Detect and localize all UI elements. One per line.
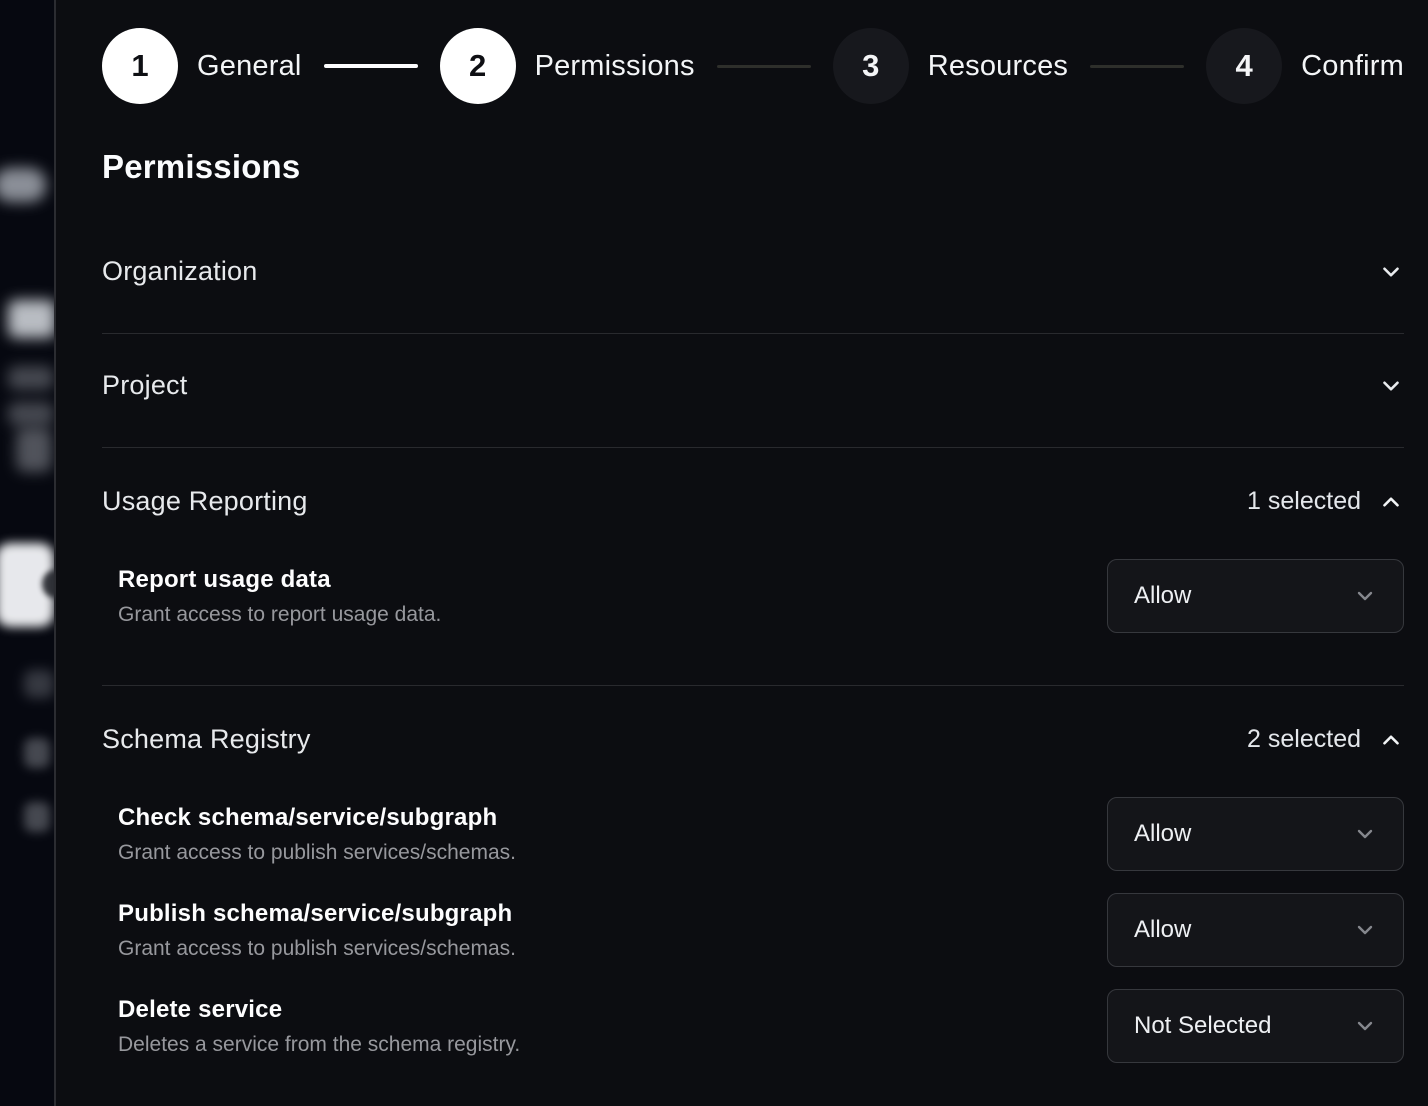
section-header-schema-registry[interactable]: Schema Registry 2 selected bbox=[102, 686, 1404, 755]
section-title: Usage Reporting bbox=[102, 486, 308, 517]
chevron-down-icon bbox=[1353, 918, 1377, 942]
permission-row-check-schema: Check schema/service/subgraph Grant acce… bbox=[118, 797, 1404, 871]
chevron-up-icon bbox=[1378, 727, 1404, 753]
blurred-menu-item bbox=[24, 738, 50, 768]
section-header-project[interactable]: Project bbox=[102, 334, 1404, 448]
chevron-down-icon bbox=[1353, 584, 1377, 608]
step-connector bbox=[1090, 65, 1184, 68]
blurred-text bbox=[8, 402, 54, 426]
step-label: Resources bbox=[928, 50, 1068, 83]
blurred-heading bbox=[8, 300, 54, 338]
select-value: Allow bbox=[1134, 916, 1191, 944]
step-resources[interactable]: 3 Resources bbox=[833, 28, 1068, 104]
permission-row-delete-service: Delete service Deletes a service from th… bbox=[118, 989, 1404, 1063]
step-confirm[interactable]: 4 Confirm bbox=[1206, 28, 1404, 104]
select-value: Not Selected bbox=[1134, 1012, 1271, 1040]
selected-count-badge: 1 selected bbox=[1247, 487, 1361, 516]
permission-row-report-usage-data: Report usage data Grant access to report… bbox=[118, 559, 1404, 633]
permission-select-publish-schema[interactable]: Allow bbox=[1107, 893, 1404, 967]
step-general[interactable]: 1 General bbox=[102, 28, 302, 104]
step-permissions[interactable]: 2 Permissions bbox=[440, 28, 695, 104]
step-label: Permissions bbox=[535, 50, 695, 83]
section-body-schema-registry: Check schema/service/subgraph Grant acce… bbox=[102, 797, 1404, 1063]
chevron-up-icon bbox=[1378, 489, 1404, 515]
step-number-badge: 1 bbox=[102, 28, 178, 104]
blurred-menu-item bbox=[24, 670, 54, 698]
chevron-down-icon bbox=[1353, 822, 1377, 846]
section-header-usage-reporting[interactable]: Usage Reporting 1 selected bbox=[102, 448, 1404, 517]
step-number-badge: 2 bbox=[440, 28, 516, 104]
step-connector bbox=[717, 65, 811, 68]
section-title: Organization bbox=[102, 256, 258, 287]
permission-name: Publish schema/service/subgraph bbox=[118, 900, 516, 928]
chevron-down-icon bbox=[1378, 373, 1404, 399]
permission-description: Deletes a service from the schema regist… bbox=[118, 1033, 520, 1057]
background-sidebar bbox=[0, 0, 54, 1106]
permission-description: Grant access to report usage data. bbox=[118, 603, 441, 627]
step-number-badge: 3 bbox=[833, 28, 909, 104]
step-label: General bbox=[197, 50, 302, 83]
blurred-icon bbox=[16, 428, 52, 472]
permission-select-delete-service[interactable]: Not Selected bbox=[1107, 989, 1404, 1063]
section-body-usage-reporting: Report usage data Grant access to report… bbox=[102, 559, 1404, 686]
section-title: Project bbox=[102, 370, 187, 401]
permission-select-report-usage-data[interactable]: Allow bbox=[1107, 559, 1404, 633]
section-title: Schema Registry bbox=[102, 724, 311, 755]
step-connector bbox=[324, 64, 418, 68]
chevron-down-icon bbox=[1378, 259, 1404, 285]
permission-name: Check schema/service/subgraph bbox=[118, 804, 516, 832]
permission-name: Delete service bbox=[118, 996, 520, 1024]
blurred-text bbox=[8, 366, 54, 390]
permission-sections: Organization Project Usage Reporting 1 s… bbox=[102, 220, 1404, 1063]
section-header-organization[interactable]: Organization bbox=[102, 220, 1404, 334]
permission-row-publish-schema: Publish schema/service/subgraph Grant ac… bbox=[118, 893, 1404, 967]
permission-name: Report usage data bbox=[118, 566, 441, 594]
chevron-down-icon bbox=[1353, 1014, 1377, 1038]
permission-description: Grant access to publish services/schemas… bbox=[118, 937, 516, 961]
step-number-badge: 4 bbox=[1206, 28, 1282, 104]
selected-count-badge: 2 selected bbox=[1247, 725, 1361, 754]
permissions-wizard-modal: 1 General 2 Permissions 3 Resources 4 Co… bbox=[54, 0, 1428, 1106]
wizard-stepper: 1 General 2 Permissions 3 Resources 4 Co… bbox=[102, 28, 1404, 104]
blurred-logo bbox=[0, 168, 46, 202]
permission-description: Grant access to publish services/schemas… bbox=[118, 841, 516, 865]
step-label: Confirm bbox=[1301, 50, 1404, 83]
permission-select-check-schema[interactable]: Allow bbox=[1107, 797, 1404, 871]
blurred-menu-item bbox=[24, 802, 50, 832]
page-title: Permissions bbox=[102, 148, 1404, 186]
select-value: Allow bbox=[1134, 582, 1191, 610]
select-value: Allow bbox=[1134, 820, 1191, 848]
